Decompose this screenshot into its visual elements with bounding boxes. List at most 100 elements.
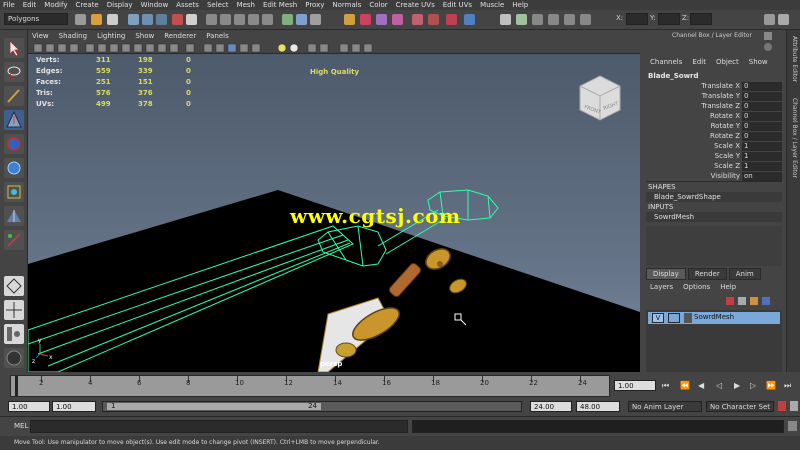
menu-file[interactable]: File [3, 1, 15, 9]
script-editor-icon[interactable] [464, 14, 475, 25]
attribute-label[interactable]: Scale Z [642, 162, 740, 170]
attribute-value-field[interactable]: 0 [742, 122, 782, 131]
attribute-label[interactable]: Translate Z [642, 102, 740, 110]
attribute-value-field[interactable]: 1 [742, 152, 782, 161]
menu-help[interactable]: Help [512, 1, 528, 9]
select-tool-icon[interactable] [4, 38, 24, 58]
attribute-label[interactable]: Scale X [642, 142, 740, 150]
menu-edit[interactable]: Edit [23, 1, 37, 9]
range-bar[interactable]: 1 24 [102, 401, 522, 412]
grid-icon[interactable] [516, 14, 527, 25]
animation-preferences-icon[interactable] [790, 401, 798, 411]
layer-visibility-toggle[interactable]: V [652, 313, 664, 323]
step-back-key-icon[interactable]: ⏪ [680, 381, 690, 390]
move-tool-icon[interactable] [4, 110, 24, 130]
render-settings-icon[interactable] [376, 14, 387, 25]
menu-select[interactable]: Select [207, 1, 229, 9]
z-field[interactable] [690, 13, 712, 25]
attribute-value-field[interactable]: 0 [742, 132, 782, 141]
panel-options-icon[interactable] [764, 43, 772, 51]
current-time-marker[interactable] [15, 376, 18, 396]
layer-display-type-toggle[interactable] [668, 313, 680, 323]
perspective-viewport[interactable]: FRONT RIGHT y x z Verts: 311 198 0 Edges: 559… [28, 54, 640, 372]
channel-menu-object[interactable]: Object [716, 58, 739, 66]
x-field[interactable] [626, 13, 648, 25]
tab-anim[interactable]: Anim [728, 268, 761, 280]
current-time-field[interactable]: 1.00 [614, 380, 656, 391]
new-scene-icon[interactable] [75, 14, 86, 25]
channel-menu-edit[interactable]: Edit [692, 58, 706, 66]
paint-select-tool-icon[interactable] [4, 86, 24, 106]
attribute-label[interactable]: Rotate X [642, 112, 740, 120]
viewport-menu-renderer[interactable]: Renderer [164, 32, 196, 40]
menu-mesh[interactable]: Mesh [237, 1, 255, 9]
attribute-label[interactable]: Scale Y [642, 152, 740, 160]
menu-muscle[interactable]: Muscle [480, 1, 504, 9]
channel-menu-channels[interactable]: Channels [650, 58, 682, 66]
hypershade-icon[interactable] [412, 14, 423, 25]
tab-display[interactable]: Display [646, 268, 686, 280]
attribute-label[interactable]: Translate Y [642, 92, 740, 100]
shape-node-item[interactable]: Blade_SowrdShape [646, 192, 782, 202]
attribute-value-field[interactable]: 0 [742, 92, 782, 101]
make-live-icon[interactable] [262, 14, 273, 25]
layer-menu-layers[interactable]: Layers [650, 283, 673, 291]
play-forwards-icon[interactable]: ▶ [734, 381, 740, 390]
menu-set-select[interactable]: Polygons [4, 13, 68, 25]
open-scene-icon[interactable] [91, 14, 102, 25]
attribute-value-field[interactable]: on [742, 172, 782, 181]
smooth-shade-icon[interactable] [548, 14, 559, 25]
magnet-alt-icon[interactable] [446, 14, 457, 25]
layer-row[interactable]: V SowrdMesh [648, 312, 780, 324]
viewport-menu-view[interactable]: View [32, 32, 49, 40]
menu-display[interactable]: Display [107, 1, 133, 9]
menu-modify[interactable]: Modify [44, 1, 67, 9]
light-icon[interactable] [580, 14, 591, 25]
show-manipulator-tool-icon[interactable] [4, 230, 24, 250]
step-forward-key-icon[interactable]: ⏩ [766, 381, 776, 390]
ipr-render-icon[interactable] [360, 14, 371, 25]
select-object-icon[interactable] [142, 14, 153, 25]
menu-normals[interactable]: Normals [332, 1, 361, 9]
playback-end-field[interactable]: 24.00 [530, 401, 572, 412]
menu-create[interactable]: Create [75, 1, 98, 9]
end-time-field[interactable]: 48.00 [576, 401, 620, 412]
time-ruler[interactable]: 2 4 6 8 10 12 14 16 18 20 22 24 [10, 375, 610, 397]
mudbox-icon[interactable] [4, 348, 24, 368]
rotate-tool-icon[interactable] [4, 134, 24, 154]
step-back-frame-icon[interactable]: ◀ [698, 381, 704, 390]
attribute-label[interactable]: Rotate Y [642, 122, 740, 130]
input-node-item[interactable]: SowrdMesh [646, 212, 782, 222]
snap-plane-icon[interactable] [248, 14, 259, 25]
construction-history-icon[interactable] [310, 14, 321, 25]
attribute-label[interactable]: Translate X [642, 82, 740, 90]
menu-color[interactable]: Color [369, 1, 387, 9]
wireframe-icon[interactable] [532, 14, 543, 25]
attribute-value-field[interactable]: 0 [742, 82, 782, 91]
snap-grid-icon[interactable] [206, 14, 217, 25]
select-hierarchy-icon[interactable] [128, 14, 139, 25]
render-frame-icon[interactable] [344, 14, 355, 25]
manipulator-tool-icon[interactable] [4, 182, 24, 202]
playback-start-field[interactable]: 1.00 [52, 401, 96, 412]
attribute-value-field[interactable]: 1 [742, 142, 782, 151]
input-history-icon[interactable] [282, 14, 293, 25]
snap-point-icon[interactable] [234, 14, 245, 25]
attribute-value-field[interactable]: 0 [742, 102, 782, 111]
menu-edit-mesh[interactable]: Edit Mesh [263, 1, 297, 9]
anim-layer-dropdown[interactable]: No Anim Layer [628, 401, 702, 412]
single-perspective-layout-icon[interactable] [4, 276, 24, 296]
attribute-label[interactable]: Visibility [642, 172, 740, 180]
menu-window[interactable]: Window [141, 1, 169, 9]
menu-assets[interactable]: Assets [176, 1, 199, 9]
attribute-value-field[interactable]: 1 [742, 162, 782, 171]
range-handle[interactable]: 1 24 [107, 402, 321, 410]
tab-render[interactable]: Render [687, 268, 727, 280]
go-to-start-icon[interactable]: ⏮ [662, 381, 669, 391]
script-editor-button-icon[interactable] [788, 421, 797, 431]
step-forward-frame-icon[interactable]: ▷ [750, 381, 756, 390]
menu-create-uvs[interactable]: Create UVs [396, 1, 435, 9]
command-input[interactable] [30, 420, 408, 433]
viewport-menu-panels[interactable]: Panels [206, 32, 229, 40]
attribute-value-field[interactable]: 0 [742, 112, 782, 121]
